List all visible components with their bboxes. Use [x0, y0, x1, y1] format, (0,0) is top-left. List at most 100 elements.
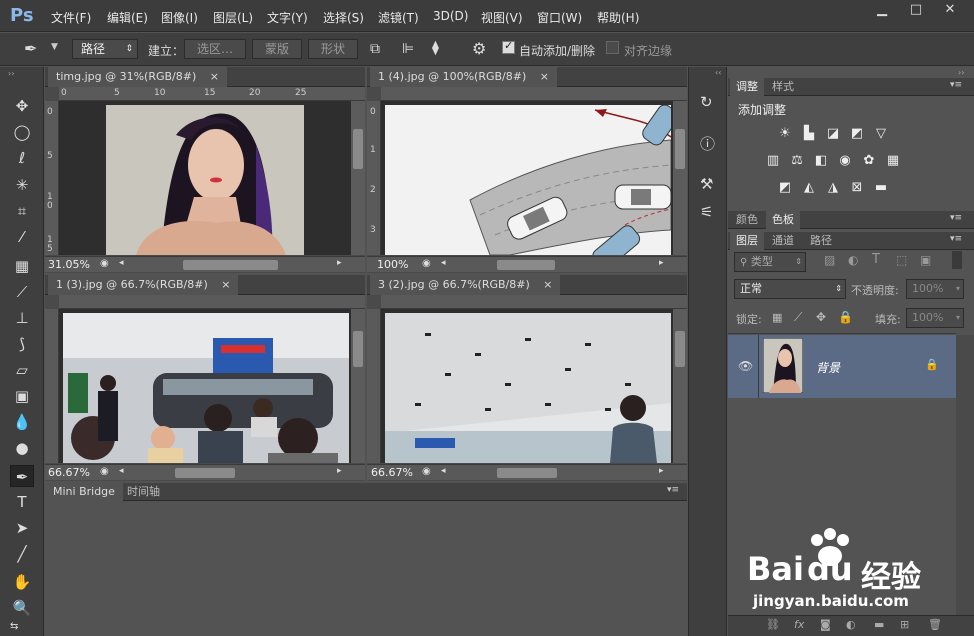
gradient-map-icon[interactable]: ▬	[873, 181, 889, 195]
filter-pixel-icon[interactable]: ▨	[824, 253, 835, 267]
scroll-left-icon[interactable]: ◂	[441, 466, 446, 476]
vertical-scrollbar[interactable]	[673, 101, 687, 255]
zoom-level[interactable]: 66.67%	[371, 466, 413, 479]
scroll-right-icon[interactable]: ▸	[337, 258, 342, 268]
move-tool-icon[interactable]: ✥	[10, 95, 34, 117]
eraser-tool-icon[interactable]: ▱	[10, 359, 34, 381]
path-alignment-icon[interactable]: ⊫	[402, 41, 414, 57]
mask-button[interactable]: 蒙版	[252, 39, 302, 59]
zoom-level[interactable]: 66.67%	[48, 466, 90, 479]
new-adjustment-icon[interactable]: ◐	[846, 618, 856, 631]
threshold-icon[interactable]: ◮	[825, 181, 841, 195]
blend-mode-select[interactable]: 正常 ⇕	[734, 279, 846, 299]
line-tool-icon[interactable]: ╱	[10, 543, 34, 565]
lasso-tool-icon[interactable]: ℓ	[10, 147, 34, 169]
canvas-area[interactable]	[381, 309, 673, 463]
scroll-thumb[interactable]	[675, 331, 685, 367]
menu-file[interactable]: 文件(F)	[51, 9, 91, 26]
horizontal-scroll-thumb[interactable]	[497, 260, 555, 270]
invert-icon[interactable]: ◩	[777, 181, 793, 195]
panel-menu-icon[interactable]: ▾≡	[950, 80, 962, 90]
tool-presets-icon[interactable]: ⚟	[700, 203, 713, 221]
tab-adjustments[interactable]: 调整	[730, 78, 764, 96]
tab-paths[interactable]: 路径	[804, 232, 838, 250]
layer-name[interactable]: 背景	[816, 359, 840, 376]
tab-swatches[interactable]: 色板	[766, 211, 800, 229]
scroll-right-icon[interactable]: ▸	[659, 258, 664, 268]
vertical-scrollbar[interactable]	[673, 309, 687, 463]
visibility-eye-icon[interactable]: 👁	[738, 359, 753, 373]
healing-brush-tool-icon[interactable]: ▦	[10, 255, 34, 277]
collapse-icon[interactable]: ››	[8, 69, 14, 78]
horizontal-scroll-thumb[interactable]	[497, 468, 557, 478]
brush-tool-icon[interactable]: ⟋	[10, 281, 34, 303]
hue-saturation-icon[interactable]: ▥	[765, 154, 781, 168]
brightness-icon[interactable]: ☀	[777, 127, 793, 141]
mode-select[interactable]: 路径 ⇕	[72, 39, 138, 59]
doc-tab[interactable]: timg.jpg @ 31%(RGB/8#) ×	[48, 67, 227, 87]
auto-add-delete-checkbox[interactable]: ✓	[502, 39, 515, 54]
scroll-thumb[interactable]	[353, 129, 363, 169]
eyedropper-tool-icon[interactable]: ⁄	[10, 226, 34, 248]
panel-menu-icon[interactable]: ▾≡	[667, 485, 679, 495]
pen-tool-preset-icon[interactable]: ✒	[24, 39, 37, 58]
history-brush-tool-icon[interactable]: ⟆	[10, 333, 34, 355]
channel-mixer-icon[interactable]: ✿	[861, 154, 877, 168]
filter-type-icon[interactable]: T	[872, 252, 880, 267]
horizontal-scroll-thumb[interactable]	[183, 260, 278, 270]
menu-type[interactable]: 文字(Y)	[267, 9, 308, 26]
vibrance-icon[interactable]: ▽	[873, 127, 889, 141]
blur-tool-icon[interactable]: 💧	[10, 411, 34, 433]
scroll-right-icon[interactable]: ▸	[659, 466, 664, 476]
brush-panel-icon[interactable]: ⚒	[700, 175, 713, 193]
clone-stamp-tool-icon[interactable]: ⊥	[10, 307, 34, 329]
doc-tab[interactable]: 3 (2).jpg @ 66.7%(RGB/8#) ×	[370, 275, 561, 295]
scroll-left-icon[interactable]: ◂	[119, 466, 124, 476]
panel-menu-icon[interactable]: ▾≡	[950, 234, 962, 244]
lock-transparent-icon[interactable]: ▦	[772, 311, 782, 324]
close-tab-icon[interactable]: ×	[210, 70, 219, 83]
minimize-button[interactable]: ▁	[866, 0, 898, 22]
lock-position-icon[interactable]: ✥	[816, 310, 826, 324]
new-layer-icon[interactable]: ⊞	[900, 618, 909, 631]
path-operations-icon[interactable]: ⧉	[370, 41, 380, 57]
marquee-tool-icon[interactable]: ◯	[10, 121, 34, 143]
scroll-left-icon[interactable]: ◂	[441, 258, 446, 268]
pen-tool-icon[interactable]: ✒	[10, 465, 34, 487]
chevron-down-icon[interactable]: ▼	[51, 42, 58, 52]
filter-shape-icon[interactable]: ⬚	[896, 253, 907, 267]
vertical-scrollbar[interactable]	[351, 101, 365, 255]
close-tab-icon[interactable]: ×	[221, 278, 230, 291]
menu-help[interactable]: 帮助(H)	[597, 9, 639, 26]
zoom-tool-icon[interactable]: 🔍	[10, 597, 34, 619]
close-window-button[interactable]: ✕	[934, 0, 966, 22]
canvas-area[interactable]	[59, 101, 351, 255]
menu-select[interactable]: 选择(S)	[323, 9, 364, 26]
tab-channels[interactable]: 通道	[766, 232, 800, 250]
scroll-left-icon[interactable]: ◂	[119, 258, 124, 268]
tab-styles[interactable]: 样式	[766, 78, 800, 96]
curves-icon[interactable]: ◪	[825, 127, 841, 141]
menu-3d[interactable]: 3D(D)	[433, 9, 468, 23]
doc-tab[interactable]: 1 (3).jpg @ 66.7%(RGB/8#) ×	[48, 275, 239, 295]
add-mask-icon[interactable]: ◙	[820, 618, 831, 631]
close-tab-icon[interactable]: ×	[540, 70, 549, 83]
gradient-tool-icon[interactable]: ▣	[10, 385, 34, 407]
close-tab-icon[interactable]: ×	[543, 278, 552, 291]
menu-window[interactable]: 窗口(W)	[537, 9, 582, 26]
menu-image[interactable]: 图像(I)	[161, 9, 198, 26]
scroll-thumb[interactable]	[353, 331, 363, 367]
horizontal-scroll-thumb[interactable]	[175, 468, 235, 478]
gear-icon[interactable]: ⚙	[472, 39, 486, 58]
collapse-icon[interactable]: ‹‹	[715, 68, 721, 77]
exposure-icon[interactable]: ◩	[849, 127, 865, 141]
filter-adjustment-icon[interactable]: ◐	[848, 253, 858, 267]
crop-tool-icon[interactable]: ⌗	[10, 200, 34, 222]
filter-toggle[interactable]	[952, 251, 962, 269]
posterize-icon[interactable]: ◭	[801, 181, 817, 195]
tab-layers[interactable]: 图层	[730, 232, 764, 250]
doc-info-icon[interactable]: ◉	[100, 466, 109, 477]
menu-filter[interactable]: 滤镜(T)	[378, 9, 419, 26]
canvas-area[interactable]	[59, 309, 351, 463]
filter-smart-object-icon[interactable]: ▣	[920, 253, 931, 267]
